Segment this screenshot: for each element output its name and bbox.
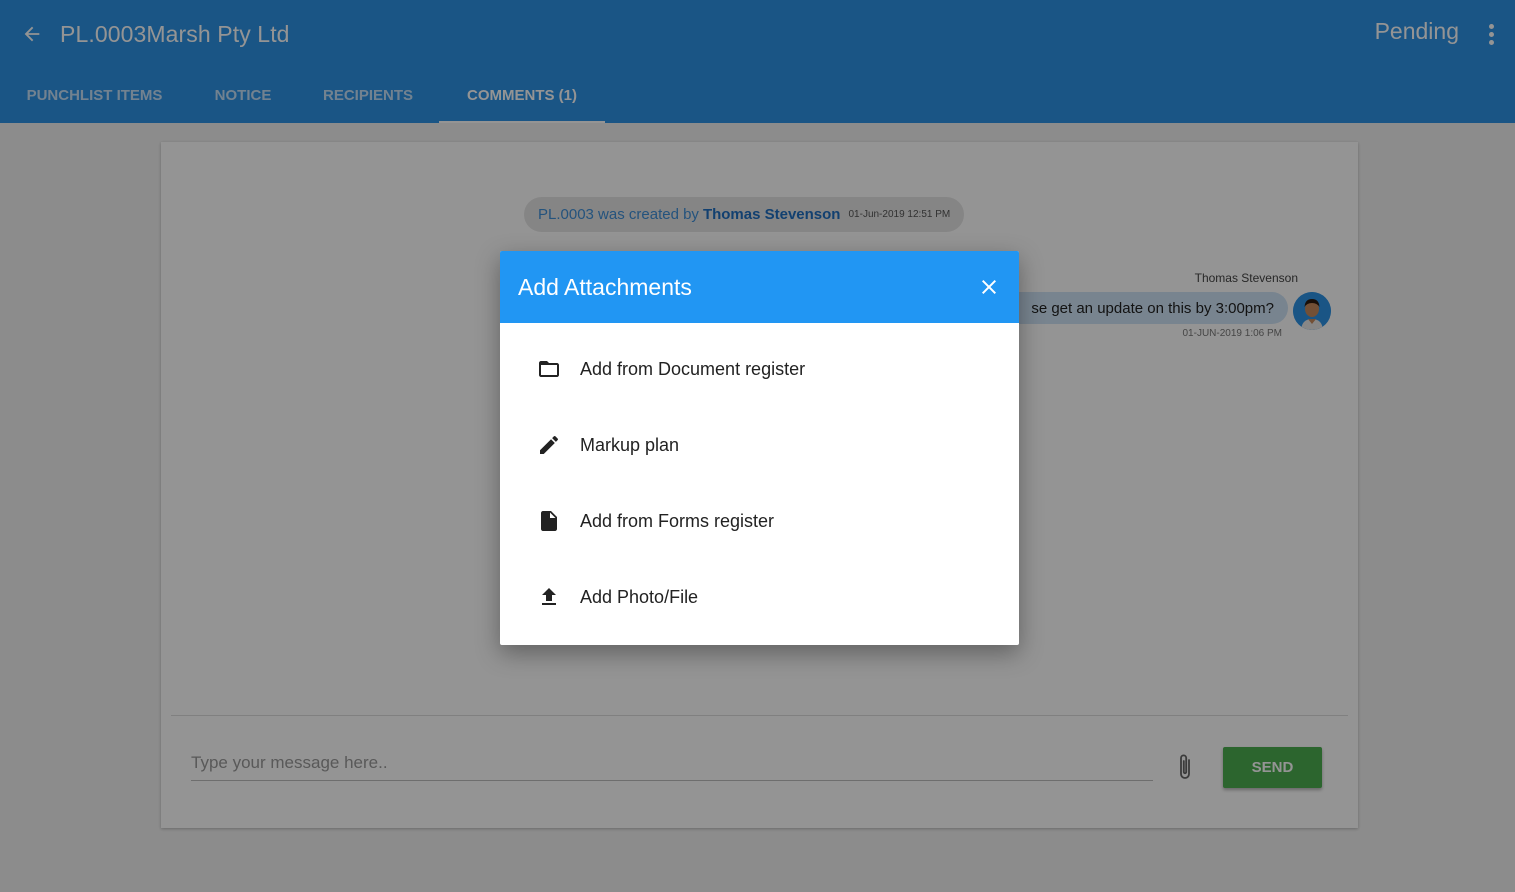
folder-icon	[539, 361, 559, 377]
option-markup-plan[interactable]: Markup plan	[500, 415, 1019, 475]
close-button[interactable]	[977, 275, 1001, 299]
option-forms-register[interactable]: Add from Forms register	[500, 491, 1019, 551]
dialog-title: Add Attachments	[518, 273, 692, 300]
option-label: Add from Document register	[580, 358, 806, 379]
option-label: Markup plan	[580, 434, 680, 455]
close-icon	[982, 280, 996, 294]
file-icon	[541, 511, 557, 531]
option-label: Add from Forms register	[580, 510, 775, 531]
add-attachments-dialog: Add Attachments Add from Document regist…	[500, 251, 1019, 645]
option-document-register[interactable]: Add from Document register	[500, 339, 1019, 399]
dialog-header: Add Attachments	[500, 251, 1019, 323]
option-add-photo-file[interactable]: Add Photo/File	[500, 567, 1019, 627]
option-label: Add Photo/File	[580, 586, 699, 607]
upload-icon	[542, 588, 556, 605]
pencil-icon	[540, 435, 559, 454]
